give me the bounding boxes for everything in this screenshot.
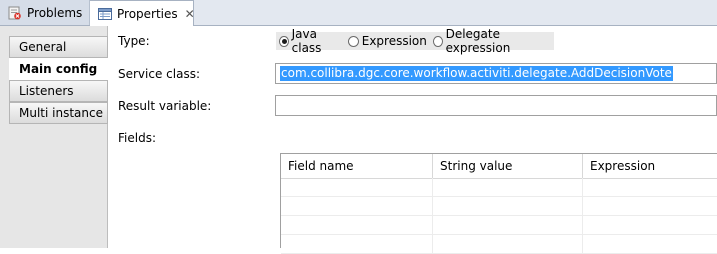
radio-java-class-label: Java class (291, 27, 322, 55)
radio-delegate-expression[interactable]: Delegate expression (430, 27, 551, 55)
service-class-input[interactable]: com.collibra.dgc.core.workflow.activiti.… (275, 63, 717, 84)
service-class-label: Service class: (118, 67, 200, 81)
fields-table[interactable]: Field name String value Expression (280, 153, 717, 254)
type-radio-group: Java class Expression Delegate expressio… (276, 27, 554, 55)
property-sections-sidebar: General Main config Listeners Multi inst… (0, 26, 108, 248)
sidebar-item-general[interactable]: General (9, 36, 108, 58)
column-header-field-name[interactable]: Field name (281, 154, 433, 178)
radio-java-class[interactable]: Java class (276, 27, 342, 55)
sidebar-item-label: General (19, 40, 67, 54)
type-label: Type: (118, 34, 150, 48)
table-cell[interactable] (583, 216, 717, 235)
table-header: Field name String value Expression (281, 154, 717, 179)
fields-label: Fields: (118, 131, 156, 145)
table-cell[interactable] (281, 216, 433, 235)
tab-properties-label: Properties (117, 6, 178, 21)
result-variable-label: Result variable: (118, 99, 212, 113)
column-header-expression[interactable]: Expression (583, 154, 717, 178)
sidebar-item-label: Main config (19, 62, 98, 76)
table-row[interactable] (281, 178, 717, 197)
table-cell[interactable] (281, 235, 433, 254)
radio-button[interactable] (432, 35, 443, 47)
radio-expression-label: Expression (361, 34, 427, 48)
radio-expression[interactable]: Expression (345, 34, 427, 48)
sidebar-item-listeners[interactable]: Listeners (9, 80, 108, 102)
radio-button[interactable] (347, 35, 359, 47)
radio-delegate-expression-label: Delegate expression (445, 27, 511, 55)
radio-button-checked[interactable] (279, 35, 289, 47)
problems-icon (8, 6, 22, 20)
tab-problems[interactable]: Problems (0, 0, 90, 25)
properties-icon (98, 7, 112, 21)
result-variable-input[interactable] (275, 95, 717, 116)
service-class-value: com.collibra.dgc.core.workflow.activiti.… (280, 66, 673, 81)
table-cell[interactable] (583, 178, 717, 197)
table-cell[interactable] (583, 197, 717, 216)
table-row[interactable] (281, 235, 717, 254)
table-cell[interactable] (281, 197, 433, 216)
table-cell[interactable] (433, 216, 583, 235)
column-header-string-value[interactable]: String value (433, 154, 583, 178)
table-cell[interactable] (433, 197, 583, 216)
sidebar-item-multi-instance[interactable]: Multi instance (9, 102, 108, 124)
sidebar-item-label: Multi instance (19, 106, 103, 120)
table-cell[interactable] (281, 178, 433, 197)
table-cell[interactable] (433, 178, 583, 197)
view-tab-strip: Problems Properties ✕ (0, 0, 717, 26)
tab-properties[interactable]: Properties ✕ (90, 0, 195, 26)
table-row[interactable] (281, 197, 717, 216)
table-cell[interactable] (583, 235, 717, 254)
sidebar-item-main-config[interactable]: Main config (9, 58, 108, 80)
tab-problems-label: Problems (27, 5, 83, 20)
table-row[interactable] (281, 216, 717, 235)
close-icon[interactable]: ✕ (185, 7, 195, 21)
table-cell[interactable] (433, 235, 583, 254)
sidebar-item-label: Listeners (19, 84, 74, 98)
